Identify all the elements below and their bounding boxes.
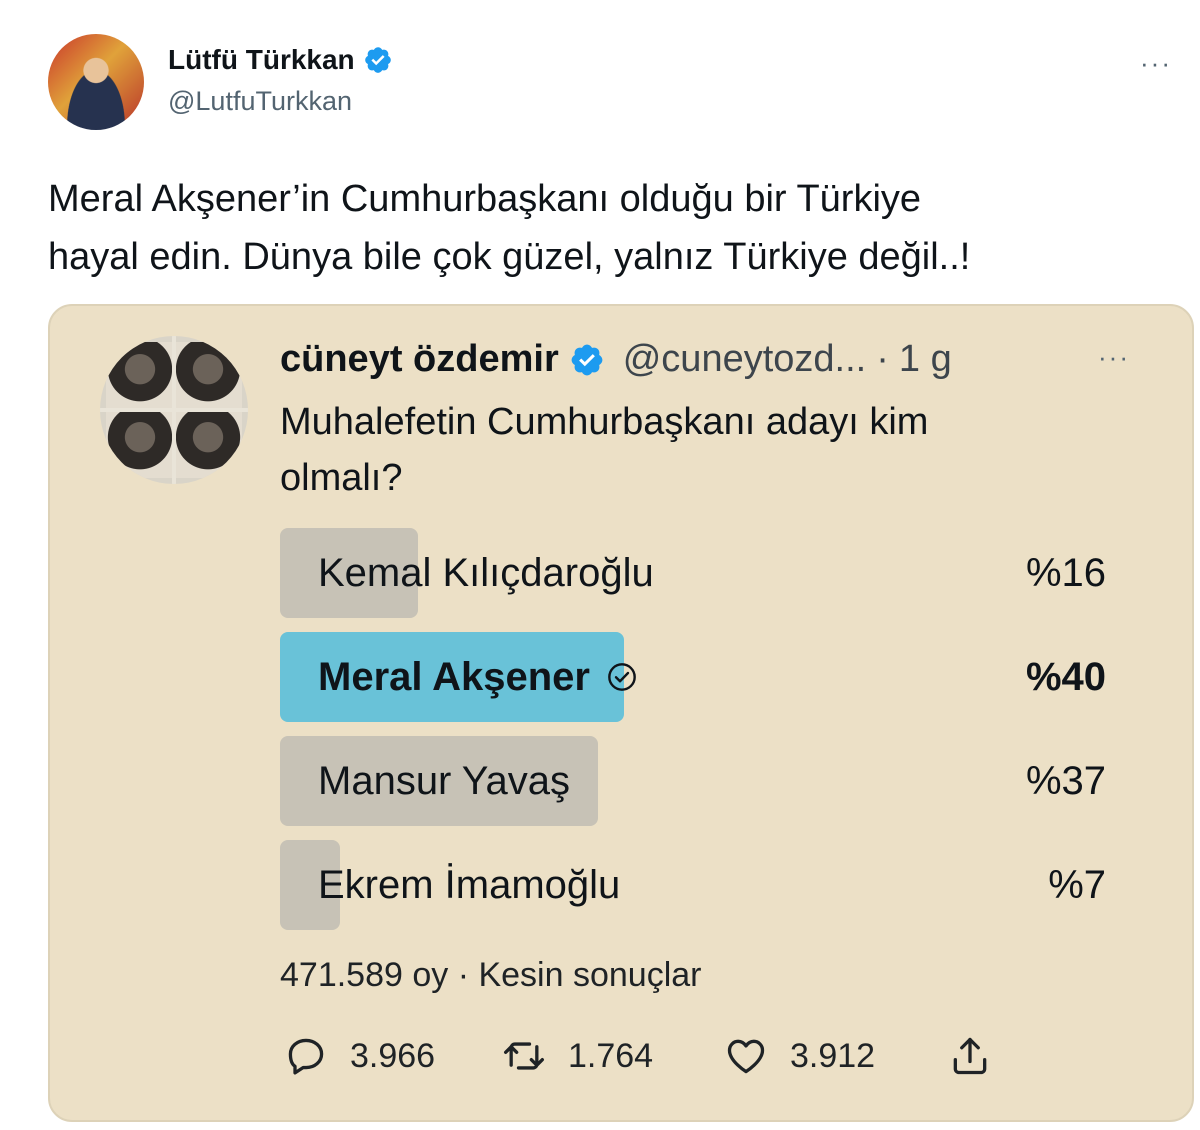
poll-option-label: Mansur Yavaş	[318, 759, 570, 803]
action-bar: 3.966 1.764 3.912	[284, 1032, 1044, 1080]
tweet-text-line: hayal edin. Dünya bile çok güzel, yalnız…	[48, 236, 971, 278]
tweet-text-line: Meral Akşener’in Cumhurbaşkanı olduğu bi…	[48, 178, 922, 220]
poll-option-label: Kemal Kılıçdaroğlu	[318, 551, 654, 595]
poll-footer: 471.589 oy · Kesin sonuçlar	[280, 956, 702, 994]
retweet-count: 1.764	[568, 1036, 654, 1075]
like-count: 3.912	[790, 1036, 876, 1075]
avatar-divider	[172, 336, 176, 484]
separator-dot: ·	[876, 338, 889, 380]
poll-option-label-row: Meral Akşener	[318, 632, 638, 722]
poll-option-percent: %16	[1025, 551, 1106, 595]
quoted-timestamp[interactable]: 1 g	[899, 338, 952, 381]
author-name-row[interactable]: Lütfü Türkkan	[168, 44, 393, 76]
tweet-text: Meral Akşener’in Cumhurbaşkanı olduğu bi…	[48, 170, 1168, 286]
poll-option-label: Ekrem İmamoğlu	[318, 863, 621, 907]
poll-option-label-row: Ekrem İmamoğlu	[318, 840, 620, 930]
poll-option: Meral Akşener %40	[280, 632, 1110, 722]
avatar-photo-tile	[174, 342, 242, 410]
poll-option-label-row: Kemal Kılıçdaroğlu	[318, 528, 654, 618]
retweet-button[interactable]: 1.764	[502, 1032, 653, 1080]
verified-badge-icon	[364, 47, 391, 73]
check-circle-icon	[608, 663, 636, 691]
poll-option: Ekrem İmamoğlu %7	[280, 840, 1110, 930]
retweet-icon	[504, 1042, 544, 1070]
quoted-author-name[interactable]: cüneyt özdemir	[280, 338, 559, 381]
quoted-text-line: Muhalefetin Cumhurbaşkanı adayı kim	[280, 401, 929, 443]
share-button[interactable]	[948, 1032, 992, 1080]
share-icon	[953, 1037, 987, 1075]
author-name[interactable]: Lütfü Türkkan	[168, 44, 355, 76]
reply-button[interactable]: 3.966	[284, 1032, 435, 1080]
avatar-photo-tile	[174, 410, 242, 478]
quoted-author-avatar[interactable]	[100, 336, 248, 484]
quoted-author-handle[interactable]: @cuneytozd...	[623, 338, 866, 381]
poll-option: Mansur Yavaş %37	[280, 736, 1110, 826]
verified-badge-icon	[571, 344, 603, 375]
poll-option-label: Meral Akşener	[318, 655, 590, 699]
author-handle[interactable]: @LutfuTurkkan	[168, 86, 352, 117]
poll-option-percent: %7	[1048, 863, 1106, 907]
poll-option-percent: %40	[1025, 655, 1106, 699]
poll-option-percent: %37	[1025, 759, 1106, 803]
avatar-photo-tile	[106, 342, 174, 410]
poll-option: Kemal Kılıçdaroğlu %16	[280, 528, 1110, 618]
quoted-tweet-card[interactable]: cüneyt özdemir @cuneytozd... · 1 g ··· M…	[48, 304, 1194, 1122]
avatar-photo-tile	[106, 410, 174, 478]
poll-option-label-row: Mansur Yavaş	[318, 736, 570, 826]
quoted-tweet-text: Muhalefetin Cumhurbaşkanı adayı kim olma…	[280, 394, 1140, 506]
reply-icon	[288, 1038, 324, 1075]
more-options-icon[interactable]: ···	[1140, 48, 1172, 79]
like-icon	[727, 1039, 765, 1074]
quoted-text-line: olmalı?	[280, 457, 403, 499]
quoted-header: cüneyt özdemir @cuneytozd... · 1 g	[280, 338, 952, 381]
reply-count: 3.966	[350, 1036, 436, 1075]
quoted-more-options-icon[interactable]: ···	[1098, 342, 1130, 373]
like-button[interactable]: 3.912	[724, 1032, 875, 1080]
author-avatar[interactable]	[48, 34, 144, 130]
